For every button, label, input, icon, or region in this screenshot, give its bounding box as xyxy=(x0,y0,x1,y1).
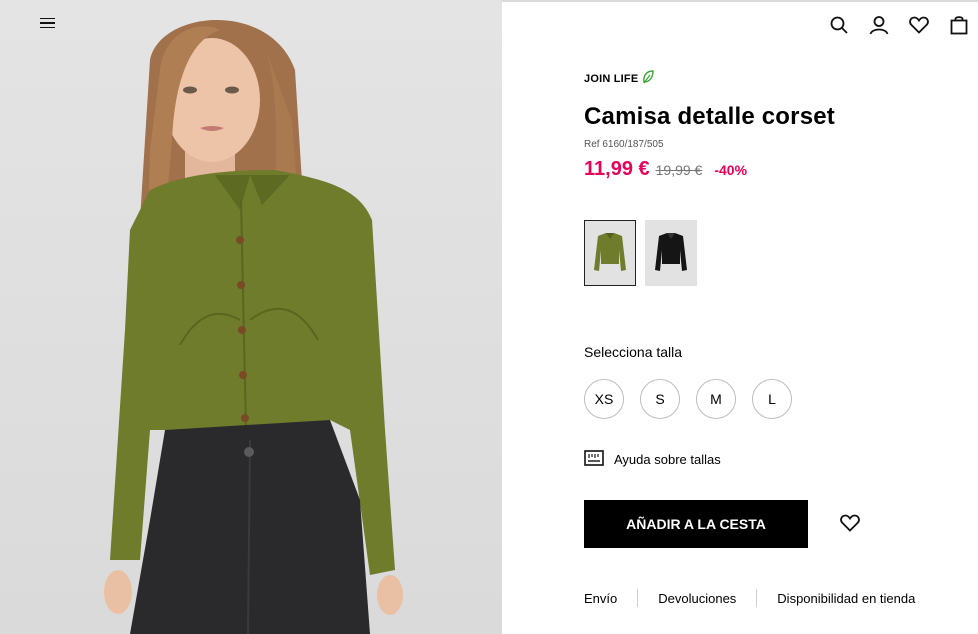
divider xyxy=(637,589,639,607)
heart-icon xyxy=(840,514,860,532)
add-to-cart-button[interactable]: AÑADIR A LA CESTA xyxy=(584,500,808,548)
green-shirt-thumbnail xyxy=(594,233,626,271)
black-shirt-thumbnail xyxy=(655,233,687,271)
header-icons xyxy=(828,14,970,36)
info-links: Envío Devoluciones Disponibilidad en tie… xyxy=(584,589,915,607)
user-icon[interactable] xyxy=(868,14,890,36)
swatch-green[interactable] xyxy=(584,220,636,286)
heart-icon[interactable] xyxy=(908,14,930,36)
swatch-black[interactable] xyxy=(645,220,697,286)
link-returns[interactable]: Devoluciones xyxy=(658,591,736,606)
menu-button[interactable] xyxy=(40,14,58,32)
current-price: 11,99 € xyxy=(584,158,650,180)
ruler-icon xyxy=(584,450,604,469)
size-option-m[interactable]: M xyxy=(696,379,736,419)
join-life-label: JOIN LIFE xyxy=(584,72,639,85)
top-border xyxy=(502,0,978,2)
wishlist-button[interactable] xyxy=(840,514,862,536)
size-selector: XS S M L xyxy=(584,379,792,419)
product-title: Camisa detalle corset xyxy=(584,103,835,130)
size-help-link[interactable]: Ayuda sobre tallas xyxy=(584,450,721,469)
discount-badge: -40% xyxy=(714,162,748,178)
link-shipping[interactable]: Envío xyxy=(584,591,617,606)
product-info: JOIN LIFE Camisa detalle corset Ref 6160… xyxy=(584,70,944,181)
bag-icon[interactable] xyxy=(948,14,970,36)
size-help-label: Ayuda sobre tallas xyxy=(614,452,721,467)
search-icon[interactable] xyxy=(828,14,850,36)
divider xyxy=(756,589,758,607)
size-label: Selecciona talla xyxy=(584,344,683,360)
size-option-l[interactable]: L xyxy=(752,379,792,419)
color-swatches xyxy=(584,220,697,286)
old-price: 19,99 € xyxy=(655,162,703,178)
price-row: 11,99 € 19,99 € -40% xyxy=(584,158,944,181)
product-page: JOIN LIFE Camisa detalle corset Ref 6160… xyxy=(0,0,978,634)
size-option-s[interactable]: S xyxy=(640,379,680,419)
size-option-xs[interactable]: XS xyxy=(584,379,624,419)
model-photo xyxy=(104,20,403,634)
leaf-icon xyxy=(642,70,655,87)
product-ref: Ref 6160/187/505 xyxy=(584,139,664,150)
join-life-tag: JOIN LIFE xyxy=(584,70,944,87)
hamburger-icon xyxy=(40,17,55,20)
link-store-availability[interactable]: Disponibilidad en tienda xyxy=(777,591,915,606)
product-image[interactable] xyxy=(0,0,502,634)
